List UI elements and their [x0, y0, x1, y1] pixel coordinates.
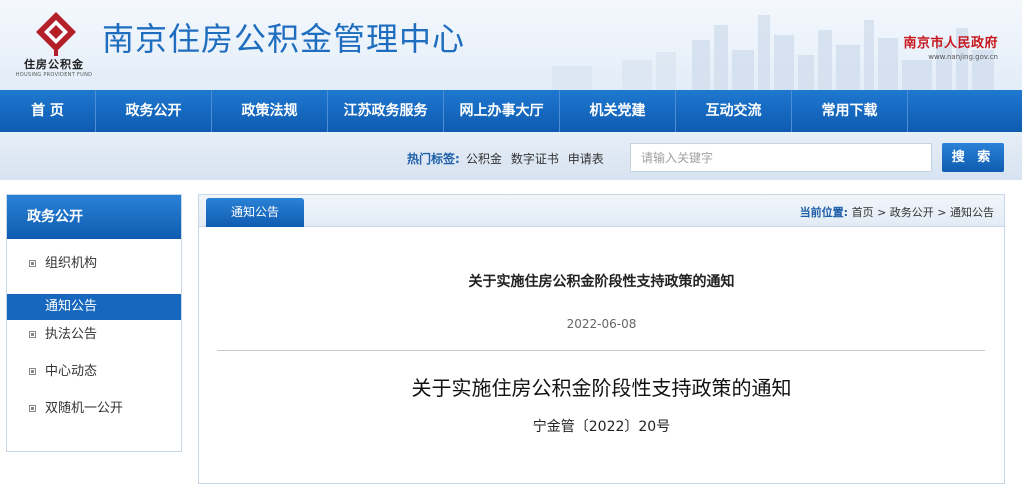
search-input[interactable]: [630, 143, 932, 172]
sidebar-item-label: 组织机构: [45, 256, 98, 271]
sidebar-item-notices[interactable]: 通知公告: [7, 294, 181, 320]
nav-item-interaction[interactable]: 互动交流: [676, 90, 792, 132]
document-number: 宁金管〔2022〕20号: [532, 419, 671, 435]
tab-notices[interactable]: 通知公告: [206, 198, 304, 227]
nanjing-government-link[interactable]: 南京市人民政府 www.nanjing.gov.cn: [903, 32, 998, 61]
square-bullet-icon: [29, 368, 36, 375]
sidebar-item-enforcement[interactable]: 执法公告: [7, 322, 181, 348]
hot-tags: 公积金 数字证书 申请表: [466, 150, 609, 167]
hot-tag-link[interactable]: 公积金: [466, 152, 502, 166]
nav-item-policies[interactable]: 政策法规: [212, 90, 328, 132]
square-bullet-icon: [29, 260, 36, 267]
nav-item-online-hall[interactable]: 网上办事大厅: [444, 90, 560, 132]
sidebar-item-label: 执法公告: [45, 327, 98, 342]
housing-fund-logo[interactable]: 住房公积金 HOUSING PROVIDENT FUND: [10, 10, 98, 78]
sidebar-item-center-news[interactable]: 中心动态: [7, 359, 181, 385]
square-bullet-icon: [29, 331, 36, 338]
document-title: 关于实施住房公积金阶段性支持政策的通知: [411, 376, 792, 400]
site-title: 南京住房公积金管理中心: [102, 20, 466, 58]
sidebar-item-label: 双随机一公开: [45, 401, 124, 416]
square-bullet-icon: [29, 405, 36, 412]
breadcrumb-separator: >: [937, 206, 947, 219]
main-nav: 首 页 政务公开 政策法规 江苏政务服务 网上办事大厅 机关党建 互动交流 常用…: [0, 90, 1022, 132]
sidebar-item-label: 中心动态: [45, 364, 98, 379]
nav-item-home[interactable]: 首 页: [0, 90, 96, 132]
logo-english-text: HOUSING PROVIDENT FUND: [15, 72, 93, 78]
breadcrumb-prefix: 当前位置:: [799, 206, 849, 219]
breadcrumb-government-affairs[interactable]: 政务公开: [890, 206, 934, 219]
logo-chinese-text: 住房公积金: [24, 58, 84, 71]
nav-item-party-building[interactable]: 机关党建: [560, 90, 676, 132]
article-date: 2022-06-08: [566, 317, 637, 331]
gov-url: www.nanjing.gov.cn: [928, 53, 998, 61]
breadcrumb-notices[interactable]: 通知公告: [950, 206, 994, 219]
hot-tags-label: 热门标签:: [407, 152, 460, 166]
sidebar-item-random-inspection[interactable]: 双随机一公开: [7, 396, 181, 422]
sidebar-item-organization[interactable]: 组织机构: [7, 251, 181, 277]
article-title: 关于实施住房公积金阶段性支持政策的通知: [468, 274, 735, 290]
breadcrumb: 当前位置: 首页 > 政务公开 > 通知公告: [800, 204, 994, 220]
housing-fund-emblem-icon: [36, 12, 76, 56]
gov-name: 南京市人民政府: [903, 36, 998, 51]
article-panel: 通知公告 当前位置: 首页 > 政务公开 > 通知公告 关于实施住房公积金阶段性…: [198, 194, 1005, 484]
sidebar: 政务公开 组织机构 通知公告 执法公告 中心动态 双随机一公开: [6, 194, 182, 452]
sidebar-item-label: 通知公告: [45, 299, 98, 314]
sidebar-title: 政务公开: [7, 195, 181, 239]
nav-item-government-affairs[interactable]: 政务公开: [96, 90, 212, 132]
content-header: 通知公告 当前位置: 首页 > 政务公开 > 通知公告: [199, 195, 1004, 227]
search-button[interactable]: 搜 索: [942, 143, 1004, 172]
breadcrumb-home[interactable]: 首页: [852, 206, 874, 219]
nav-item-downloads[interactable]: 常用下载: [792, 90, 908, 132]
hot-tag-link[interactable]: 数字证书: [511, 152, 559, 166]
divider: [217, 350, 985, 351]
hot-tag-link[interactable]: 申请表: [568, 152, 604, 166]
breadcrumb-separator: >: [877, 206, 887, 219]
site-header: 住房公积金 HOUSING PROVIDENT FUND 南京住房公积金管理中心…: [0, 0, 1022, 90]
nav-item-jiangsu-services[interactable]: 江苏政务服务: [328, 90, 444, 132]
